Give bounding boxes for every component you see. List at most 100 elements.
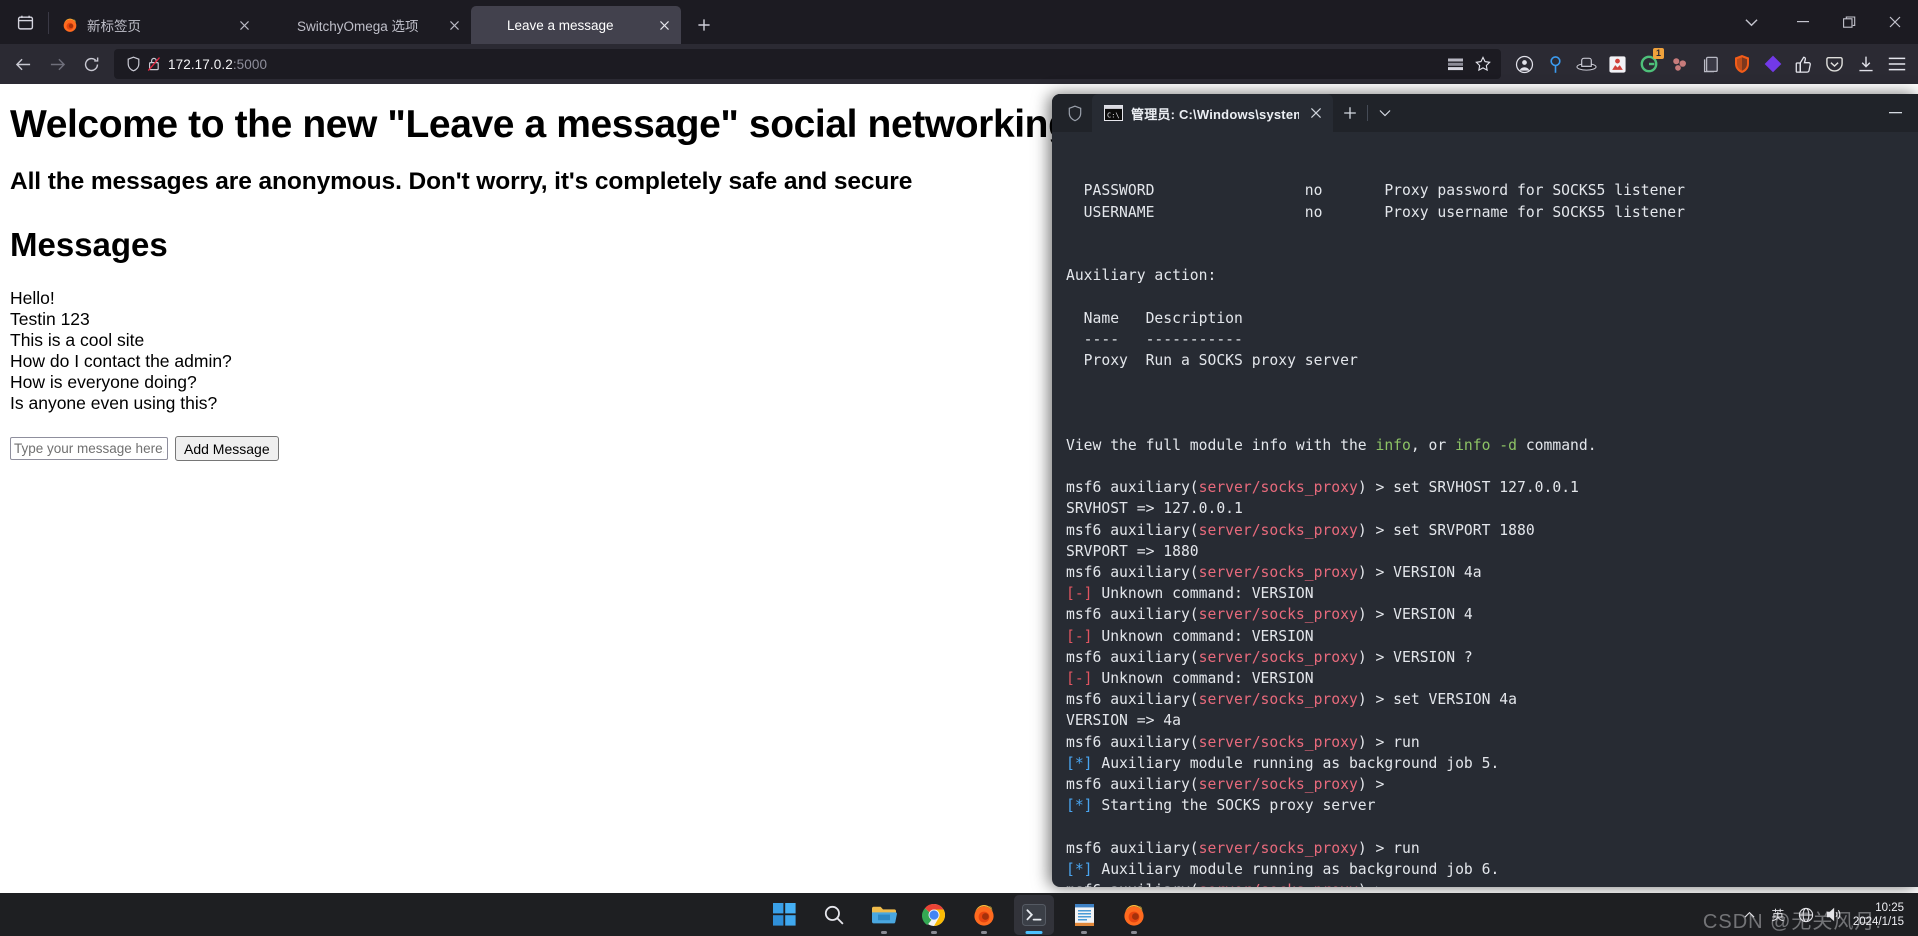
adblock-thumb-icon[interactable] [1788, 49, 1819, 79]
terminal-line: msf6 auxiliary(server/socks_proxy) > VER… [1066, 648, 1473, 666]
url-bar[interactable]: 172.17.0.2:5000 [114, 49, 1501, 79]
file-explorer-icon[interactable] [864, 895, 904, 935]
terminal-line: msf6 auxiliary(server/socks_proxy) > run [1066, 733, 1420, 751]
volume-icon[interactable] [1821, 900, 1847, 930]
shield-extension-icon[interactable] [1726, 49, 1757, 79]
browser-tab-2-title: Leave a message [507, 17, 614, 33]
terminal-line: [-] Unknown command: VERSION [1066, 627, 1314, 645]
lock-crossed-icon[interactable] [144, 53, 164, 75]
firefox-dev-icon[interactable] [1114, 895, 1154, 935]
firefox-view-icon[interactable] [4, 2, 46, 42]
add-message-button[interactable]: Add Message [175, 436, 279, 462]
close-icon[interactable] [1872, 0, 1918, 44]
clock[interactable]: 10:25 2024/1/15 [1849, 901, 1912, 929]
terminal-line: Name Description [1066, 309, 1243, 327]
network-icon[interactable] [1793, 900, 1819, 930]
chrome-icon[interactable] [914, 895, 954, 935]
tab-strip: 新标签页 SwitchyOmega 选项 Leave a message [0, 0, 1918, 44]
terminal-line: View the full module info with the info,… [1066, 436, 1597, 454]
terminal-line: [*] Auxiliary module running as backgrou… [1066, 860, 1500, 878]
system-tray: 英 10:25 2024/1/15 [1737, 893, 1918, 936]
start-button-icon[interactable] [764, 895, 804, 935]
cmd-icon: C:\ [1104, 105, 1123, 121]
taskbar-apps [764, 894, 1154, 935]
browser-tab-0[interactable]: 新标签页 [51, 6, 261, 44]
molecule-extension-icon[interactable] [1664, 49, 1695, 79]
clock-time: 10:25 [1875, 901, 1904, 914]
shield-icon[interactable] [122, 53, 144, 75]
terminal-line: msf6 auxiliary(server/socks_proxy) > run [1066, 839, 1420, 857]
pocket-icon[interactable] [1819, 49, 1850, 79]
terminal-line: Auxiliary action: [1066, 267, 1217, 285]
browser-tab-1[interactable]: SwitchyOmega 选项 [261, 6, 471, 44]
ime-indicator[interactable]: 英 [1765, 900, 1791, 930]
terminal-tab-title: 管理员: C:\Windows\system32 [1131, 106, 1299, 122]
terminal-minimize-icon[interactable] [1872, 94, 1918, 132]
windows-terminal-window: C:\ 管理员: C:\Windows\system32 PASSWORD no… [1052, 94, 1918, 887]
terminal-new-tab-button[interactable] [1333, 94, 1367, 132]
browser-tab-2-close-icon[interactable] [653, 14, 675, 36]
reader-view-icon[interactable] [1441, 51, 1469, 77]
location-pin-icon[interactable] [1540, 49, 1571, 79]
terminal-line: PASSWORD no Proxy password for SOCKS5 li… [1066, 182, 1685, 200]
minimize-icon[interactable] [1780, 0, 1826, 44]
downloads-icon[interactable] [1850, 49, 1881, 79]
proxy-switchyomega-icon[interactable] [1602, 49, 1633, 79]
shield-icon [1058, 94, 1092, 132]
search-icon[interactable] [814, 895, 854, 935]
app-menu-hamburger-icon[interactable] [1881, 49, 1912, 79]
diamond-extension-icon[interactable] [1757, 49, 1788, 79]
terminal-line: msf6 auxiliary(server/socks_proxy) > set… [1066, 691, 1517, 709]
terminal-line: Proxy Run a SOCKS proxy server [1066, 352, 1358, 370]
url-text: 172.17.0.2:5000 [168, 57, 1441, 72]
firefox-icon [61, 17, 78, 34]
window-controls [1722, 0, 1918, 44]
forward-arrow-icon[interactable] [40, 48, 74, 80]
chevron-up-icon[interactable] [1737, 900, 1763, 930]
back-arrow-icon[interactable] [6, 48, 40, 80]
message-input[interactable] [10, 437, 168, 461]
new-tab-button[interactable] [687, 8, 721, 42]
clock-date: 2024/1/15 [1852, 915, 1904, 928]
list-all-tabs-chevron-down-icon[interactable] [1722, 0, 1780, 44]
terminal-output[interactable]: PASSWORD no Proxy password for SOCKS5 li… [1052, 132, 1918, 887]
terminal-dropdown-chevron-down-icon[interactable] [1368, 94, 1402, 132]
terminal-line: [*] Auxiliary module running as backgrou… [1066, 754, 1500, 772]
terminal-tab-close-icon[interactable] [1303, 100, 1329, 126]
browser-tab-2[interactable]: Leave a message [471, 6, 681, 44]
terminal-tab[interactable]: C:\ 管理员: C:\Windows\system32 [1092, 94, 1333, 132]
terminal-line: SRVHOST => 127.0.0.1 [1066, 500, 1243, 518]
browser-tab-0-title: 新标签页 [87, 19, 141, 34]
svg-text:C:\: C:\ [1107, 111, 1120, 119]
maximize-icon[interactable] [1826, 0, 1872, 44]
dark-reader-hat-icon[interactable] [1571, 49, 1602, 79]
grammarly-icon[interactable]: 1 [1633, 48, 1664, 79]
terminal-line: msf6 auxiliary(server/socks_proxy) > [1066, 776, 1394, 794]
notepad-icon[interactable] [1064, 895, 1104, 935]
tab-divider [48, 12, 49, 34]
browser-tab-1-title: SwitchyOmega 选项 [297, 19, 419, 34]
navigation-toolbar: 172.17.0.2:5000 1 [0, 44, 1918, 84]
terminal-line: msf6 auxiliary(server/socks_proxy) > set… [1066, 479, 1579, 497]
terminal-line: ---- ----------- [1066, 330, 1243, 348]
terminal-line: [-] Unknown command: VERSION [1066, 585, 1314, 603]
grammarly-badge-count: 1 [1652, 48, 1664, 59]
url-port: :5000 [232, 56, 268, 72]
terminal-line: msf6 auxiliary(server/socks_proxy) > set… [1066, 521, 1535, 539]
tab-favicon-blank [481, 17, 498, 34]
account-icon[interactable] [1509, 49, 1540, 79]
reload-icon[interactable] [74, 48, 108, 80]
browser-tab-1-close-icon[interactable] [443, 14, 465, 36]
tab-favicon-blank [271, 17, 288, 34]
clipboard-extension-icon[interactable] [1695, 49, 1726, 79]
browser-tab-0-close-icon[interactable] [233, 14, 255, 36]
firefox-icon[interactable] [964, 895, 1004, 935]
star-icon[interactable] [1469, 51, 1497, 77]
url-host: 172.17.0.2 [168, 56, 233, 72]
windows-terminal-icon[interactable] [1014, 894, 1054, 935]
